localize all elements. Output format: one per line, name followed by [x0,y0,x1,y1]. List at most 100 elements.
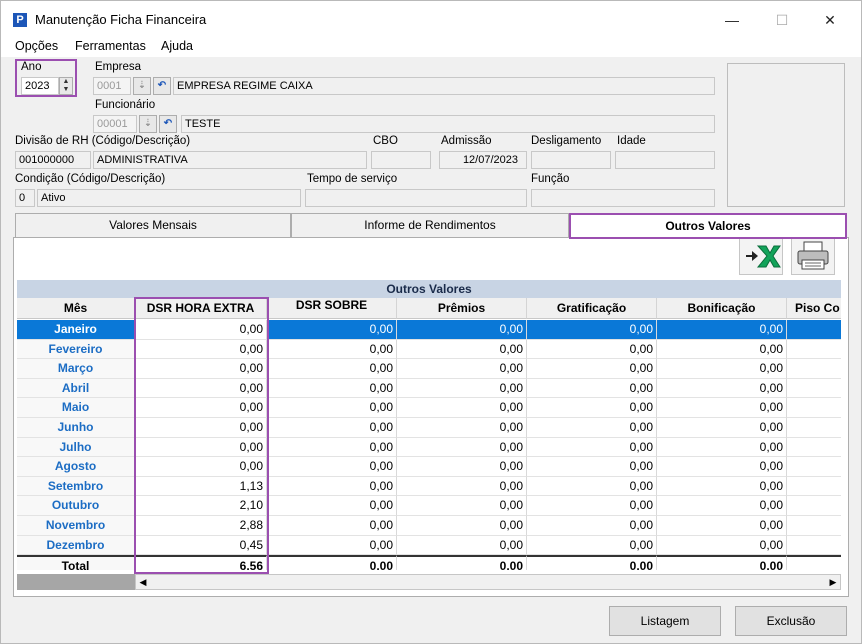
value-cell[interactable]: 0,00 [267,398,397,418]
month-cell[interactable]: Dezembro [17,535,135,556]
value-cell[interactable] [787,340,841,360]
value-cell[interactable]: 0,00 [267,496,397,516]
value-cell[interactable]: 0,00 [397,398,527,418]
funcionario-lookup-button[interactable]: ⇣ [139,115,157,133]
value-cell[interactable]: 0,00 [527,437,657,458]
column-header-piso[interactable]: Piso Co [787,298,841,319]
menu-opcoes[interactable]: Opções [15,39,58,53]
value-cell[interactable]: 0,00 [527,418,657,438]
value-cell[interactable]: 0,00 [657,535,787,556]
value-cell[interactable]: 0,00 [657,457,787,477]
value-cell[interactable] [787,496,841,516]
value-cell[interactable]: 0,00 [397,555,527,570]
close-button[interactable]: ✕ [815,9,845,31]
column-header-premios[interactable]: Prêmios [397,298,527,319]
value-cell[interactable]: 0,00 [527,398,657,418]
value-cell[interactable]: 0,00 [527,535,657,556]
tab-valores-mensais[interactable]: Valores Mensais [15,213,291,237]
value-cell[interactable] [787,320,841,340]
value-cell[interactable]: 0,00 [657,378,787,399]
value-cell[interactable] [787,359,841,379]
value-cell[interactable]: 0,00 [527,378,657,399]
value-cell[interactable]: 0,00 [527,516,657,536]
month-cell[interactable]: Total [17,555,135,570]
value-cell[interactable]: 0,00 [527,496,657,516]
value-cell[interactable]: 0,00 [267,555,397,570]
value-cell[interactable]: 0,00 [267,320,397,340]
value-cell[interactable]: 0,00 [657,555,787,570]
value-cell[interactable]: 0,00 [397,516,527,536]
month-cell[interactable]: Março [17,359,135,379]
scroll-left-icon[interactable]: ◀ [136,575,150,589]
value-cell[interactable] [787,438,841,458]
month-cell[interactable]: Junho [17,418,135,438]
value-cell[interactable]: 0,00 [397,320,527,340]
month-cell[interactable]: Janeiro [17,320,135,340]
value-cell[interactable]: 0,00 [527,320,657,340]
column-header-dsr-sobre[interactable]: DSR SOBRE [267,298,397,319]
value-cell[interactable] [787,555,841,570]
column-header-mes[interactable]: Mês [17,298,135,319]
ano-input[interactable]: 2023 [21,77,59,95]
menu-ajuda[interactable]: Ajuda [161,39,193,53]
value-cell[interactable]: 0,00 [527,555,657,570]
minimize-button[interactable]: — [717,9,747,31]
month-cell[interactable]: Maio [17,398,135,418]
value-cell[interactable]: 0,00 [267,476,397,497]
value-cell[interactable]: 0,00 [397,339,527,360]
value-cell[interactable]: 0,00 [397,496,527,516]
maximize-button[interactable]: ☐ [767,9,797,31]
value-cell[interactable]: 0,00 [657,320,787,340]
value-cell[interactable]: 0,00 [267,437,397,458]
value-cell[interactable]: 0,00 [527,359,657,379]
value-cell[interactable]: 0,00 [397,535,527,556]
horizontal-scrollbar[interactable]: ◀ ▶ [135,574,841,590]
month-cell[interactable]: Setembro [17,476,135,497]
value-cell[interactable]: 0,00 [397,437,527,458]
value-cell[interactable]: 0,00 [267,339,397,360]
value-cell[interactable]: 0,00 [657,476,787,497]
value-cell[interactable]: 0,00 [397,418,527,438]
value-cell[interactable]: 0,00 [267,418,397,438]
tab-outros-valores[interactable]: Outros Valores [569,213,847,239]
empresa-code-field[interactable]: 0001 [93,77,131,95]
value-cell[interactable]: 0,00 [657,516,787,536]
empresa-lookup-button[interactable]: ⇣ [133,77,151,95]
value-cell[interactable]: 0,00 [657,437,787,458]
ano-spinner[interactable]: ▲ ▼ [59,77,73,95]
value-cell[interactable]: 0,00 [397,476,527,497]
funcionario-reset-button[interactable]: ↶ [159,115,177,133]
month-cell[interactable]: Abril [17,378,135,399]
column-header-bonificacao[interactable]: Bonificação [657,298,787,319]
value-cell[interactable]: 0,00 [397,378,527,399]
value-cell[interactable] [787,379,841,399]
month-cell[interactable]: Agosto [17,457,135,477]
value-cell[interactable]: 0,00 [657,339,787,360]
value-cell[interactable] [787,516,841,536]
value-cell[interactable] [787,477,841,497]
print-button[interactable] [791,237,835,275]
value-cell[interactable]: 0,00 [267,535,397,556]
value-cell[interactable]: 0,00 [657,398,787,418]
excel-export-button[interactable] [739,237,783,275]
menu-ferramentas[interactable]: Ferramentas [75,39,146,53]
value-cell[interactable]: 0,00 [397,457,527,477]
funcionario-code-field[interactable]: 00001 [93,115,137,133]
tab-informe-rendimentos[interactable]: Informe de Rendimentos [291,213,569,237]
value-cell[interactable]: 0,00 [657,359,787,379]
value-cell[interactable] [787,418,841,438]
value-cell[interactable] [787,536,841,556]
value-cell[interactable]: 0,00 [527,457,657,477]
value-cell[interactable] [787,457,841,477]
exclusao-button[interactable]: Exclusão [735,606,847,636]
listagem-button[interactable]: Listagem [609,606,721,636]
month-cell[interactable]: Julho [17,437,135,458]
value-cell[interactable]: 0,00 [397,359,527,379]
column-header-gratificacao[interactable]: Gratificação [527,298,657,319]
empresa-reset-button[interactable]: ↶ [153,77,171,95]
value-cell[interactable]: 0,00 [267,457,397,477]
value-cell[interactable]: 0,00 [267,359,397,379]
scroll-right-icon[interactable]: ▶ [826,575,840,589]
month-cell[interactable]: Outubro [17,496,135,516]
value-cell[interactable] [787,398,841,418]
